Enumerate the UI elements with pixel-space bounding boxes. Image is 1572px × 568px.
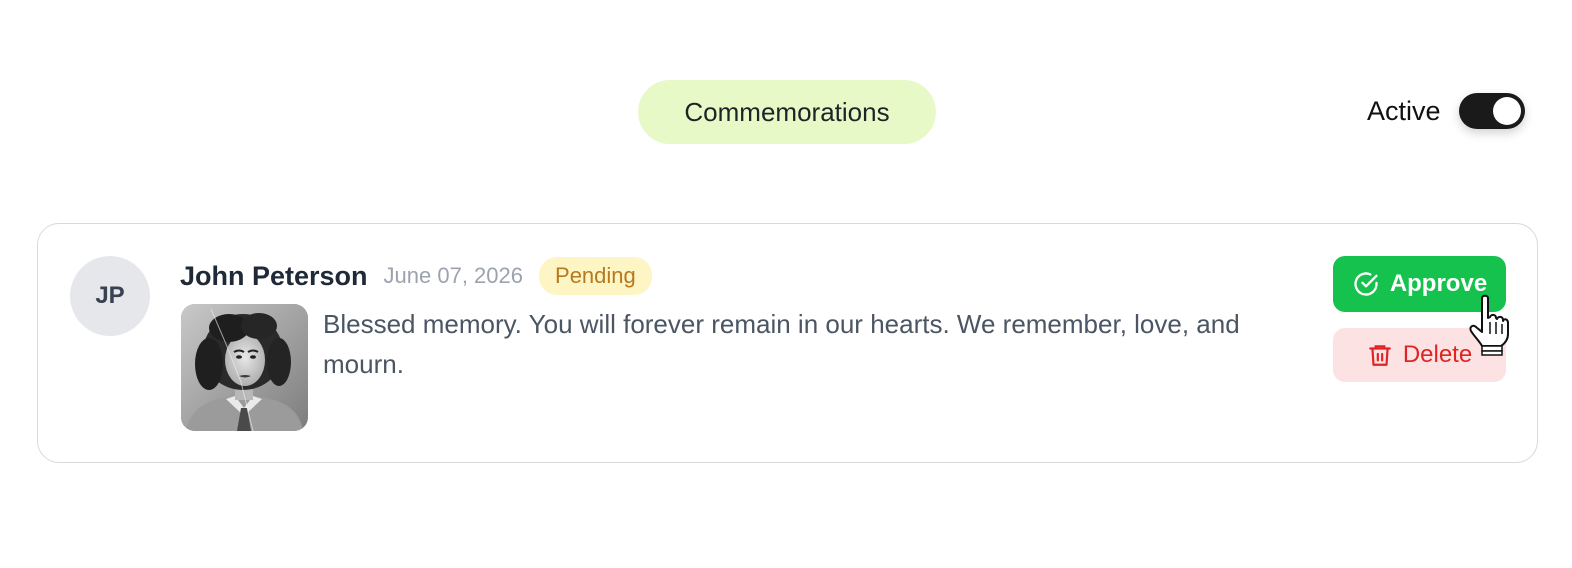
portrait-image [181, 304, 308, 431]
author-name: John Peterson [180, 260, 368, 291]
trash-icon [1368, 345, 1391, 366]
approve-button[interactable]: Approve [1333, 256, 1506, 312]
page-title-label: Commemorations [684, 96, 890, 127]
approve-button-label: Approve [1389, 270, 1488, 297]
card-meta: John Peterson June 07, 2026 Pending [180, 256, 652, 296]
active-toggle[interactable] [1458, 93, 1525, 129]
page-title: Commemorations [638, 80, 936, 144]
toggle-knob [1492, 97, 1521, 125]
check-circle-icon [1354, 272, 1378, 296]
post-date: June 07, 2026 [383, 263, 524, 288]
commemorations-page: Commemorations Active JP John Peterson J… [0, 0, 1572, 568]
commemoration-message: Blessed memory. You will forever remain … [323, 309, 1240, 379]
commemoration-card: JP John Peterson June 07, 2026 Pending B… [37, 223, 1538, 463]
active-filter: Active [1367, 88, 1525, 134]
delete-button[interactable]: Delete [1333, 328, 1506, 382]
active-toggle-label: Active [1367, 95, 1441, 126]
avatar: JP [70, 256, 150, 336]
avatar-initials: JP [95, 282, 125, 309]
status-badge: Pending [539, 257, 652, 295]
portrait-photo[interactable] [181, 304, 308, 431]
delete-button-label: Delete [1402, 341, 1473, 368]
